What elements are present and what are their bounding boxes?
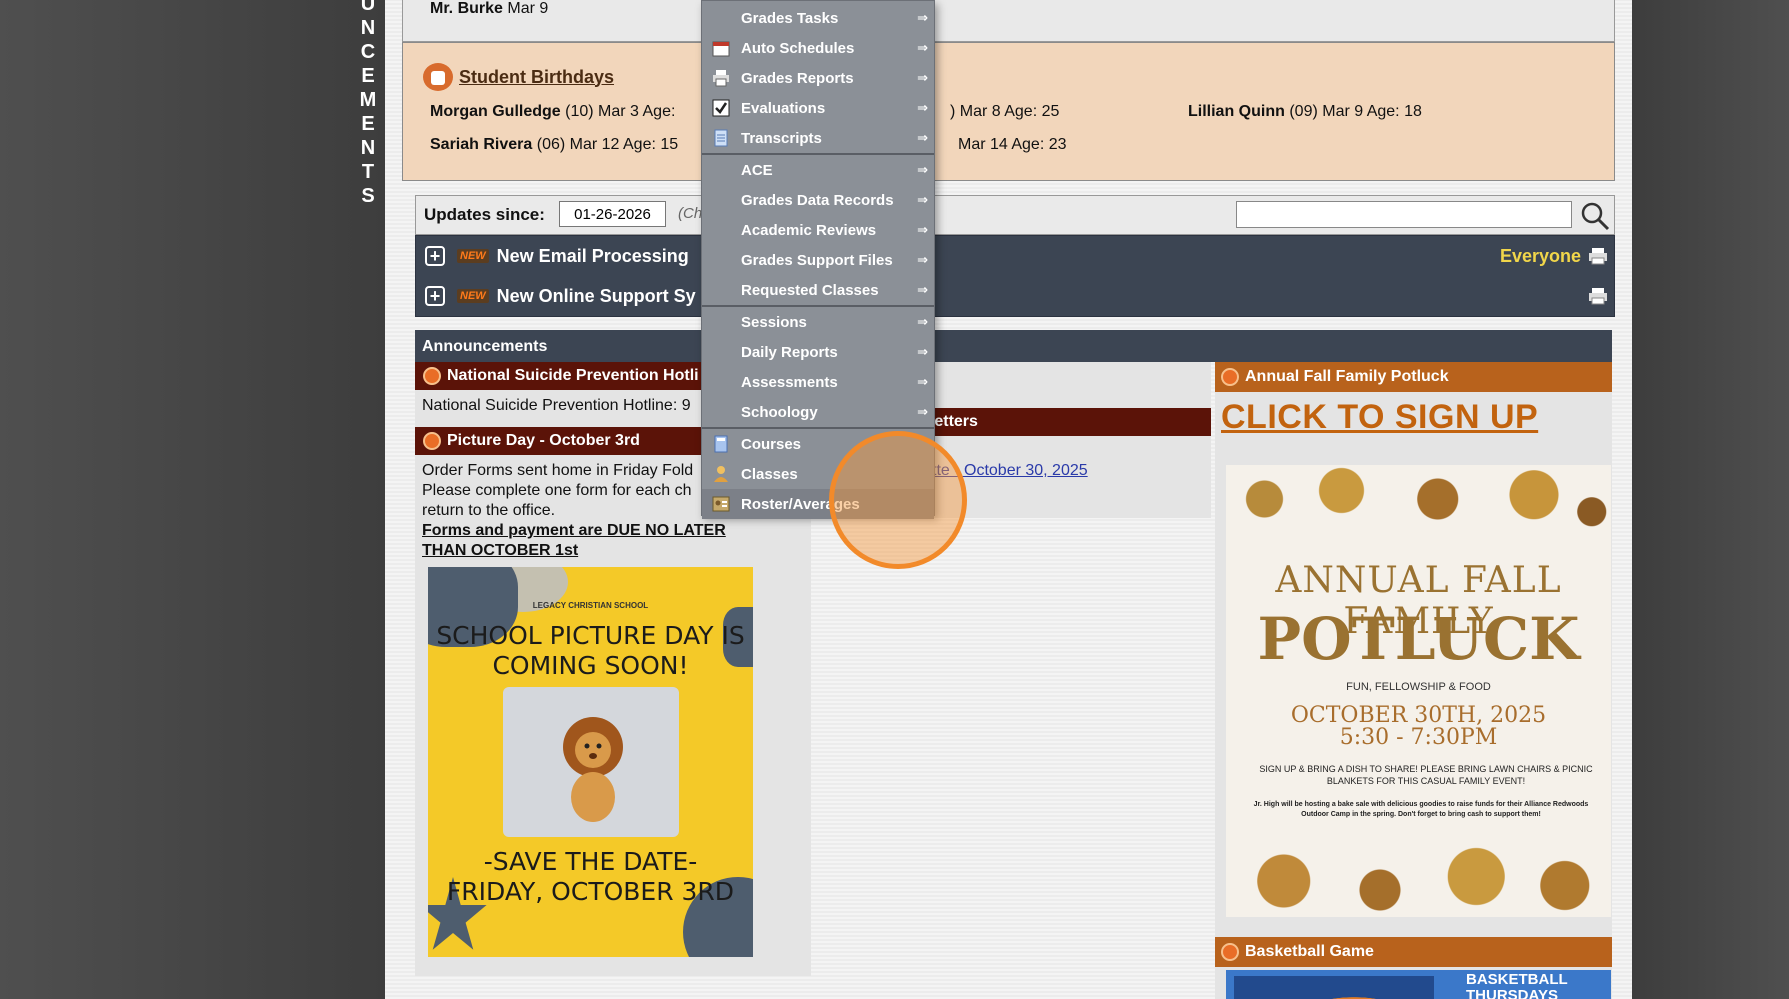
announcement-text: National Suicide Prevention Hotline: 9 [422,397,691,414]
updates-bar: Updates since: (Ch [415,195,1615,235]
menu-item-grades-reports[interactable]: Grades Reports ⇒ [702,63,934,93]
birthdays-title[interactable]: Student Birthdays [423,63,614,91]
news-audience: Everyone [1499,245,1581,266]
news-item[interactable]: + NEW New Email Processing Everyone [416,236,1616,276]
announcement-icon [423,367,441,385]
updates-hint: (Ch [678,205,703,222]
book-icon [714,435,728,453]
news-title[interactable]: New Online Support Sy [497,286,696,307]
new-badge: NEW [457,249,489,263]
announcement-title[interactable]: Annual Fall Family Potluck [1215,362,1612,392]
checkbox-icon [712,99,730,117]
leaves-decoration [1226,465,1611,550]
announcement-text: Order Forms sent home in Friday Fold Ple… [422,462,726,559]
main-page: Mr. Burke Mar 9 Student Birthdays Morgan… [385,0,1632,999]
birthday-entry: Morgan Gulledge (10) Mar 3 Age: [430,103,676,120]
student-birthdays-box: Student Birthdays Morgan Gulledge (10) M… [402,42,1615,181]
lion-photo [503,687,679,837]
menu-item-grades-support-files[interactable]: Grades Support Files ⇒ [702,245,934,275]
updates-date-input[interactable] [559,201,666,227]
announcement-icon [1221,943,1239,961]
printer-icon[interactable] [1588,287,1608,305]
menu-item-evaluations[interactable]: Evaluations ⇒ [702,93,934,123]
vertical-announcements-label: U N C E M E N T S [359,0,377,207]
new-badge: NEW [457,289,489,303]
potluck-poster[interactable]: ANNUAL FALL FAMILY POTLUCK FUN, FELLOWSH… [1226,465,1611,917]
announcement-icon [423,432,441,450]
updates-label: Updates since: [424,205,545,224]
birthday-entry: ) Mar 8 Age: 25 [950,103,1060,120]
menu-item-requested-classes[interactable]: Requested Classes ⇒ [702,275,934,305]
printer-icon [713,70,729,87]
announcement-title[interactable]: Basketball Game [1215,937,1612,967]
right-background [1632,0,1789,999]
menu-item-sessions[interactable]: Sessions ⇒ [702,307,934,337]
menu-item-assessments[interactable]: Assessments ⇒ [702,367,934,397]
announcement-icon [1221,368,1239,386]
staff-name: Mr. Burke [430,0,503,17]
lion-icon [563,717,623,822]
staff-date: Mar 9 [507,0,549,17]
left-background [0,0,385,999]
person-icon [714,466,728,482]
announcements-header: Announcements [415,330,1612,362]
news-item[interactable]: + NEW New Online Support Sy [416,276,1616,316]
expand-plus-icon[interactable]: + [425,246,445,266]
menu-item-schoology[interactable]: Schoology ⇒ [702,397,934,427]
birthday-entry: Sariah Rivera (06) Mar 12 Age: 15 [430,136,679,153]
birthday-cake-icon [423,63,453,91]
calendar-icon [712,41,730,57]
menu-item-grades-tasks[interactable]: Grades Tasks ⇒ [702,3,934,33]
click-indicator [829,431,967,569]
picture-day-poster: LEGACY CHRISTIAN SCHOOL SCHOOL PICTURE D… [428,567,753,957]
roster-icon [712,496,730,512]
document-icon [714,129,728,147]
expand-plus-icon[interactable]: + [425,286,445,306]
birthday-entry: Mar 14 Age: 23 [958,136,1067,153]
menu-item-auto-schedules[interactable]: Auto Schedules ⇒ [702,33,934,63]
menu-item-ace[interactable]: ACE ⇒ [702,155,934,185]
signup-link[interactable]: CLICK TO SIGN UP [1221,398,1538,437]
basketball-image [1234,976,1434,999]
news-title[interactable]: New Email Processing [497,246,689,267]
menu-item-daily-reports[interactable]: Daily Reports ⇒ [702,337,934,367]
leaves-decoration [1226,827,1611,917]
search-icon[interactable] [1579,200,1611,232]
news-list: + NEW New Email Processing Everyone + NE… [415,235,1615,317]
staff-birthday-strip: Mr. Burke Mar 9 [402,0,1615,42]
menu-item-grades-data-records[interactable]: Grades Data Records ⇒ [702,185,934,215]
search-input[interactable] [1236,201,1572,228]
birthday-entry: Lillian Quinn (09) Mar 9 Age: 18 [1188,103,1422,120]
basketball-poster[interactable]: BASKETBALL THURSDAYS [1226,970,1611,999]
menu-item-academic-reviews[interactable]: Academic Reviews ⇒ [702,215,934,245]
menu-item-transcripts[interactable]: Transcripts ⇒ [702,123,934,153]
printer-icon[interactable] [1588,247,1608,265]
